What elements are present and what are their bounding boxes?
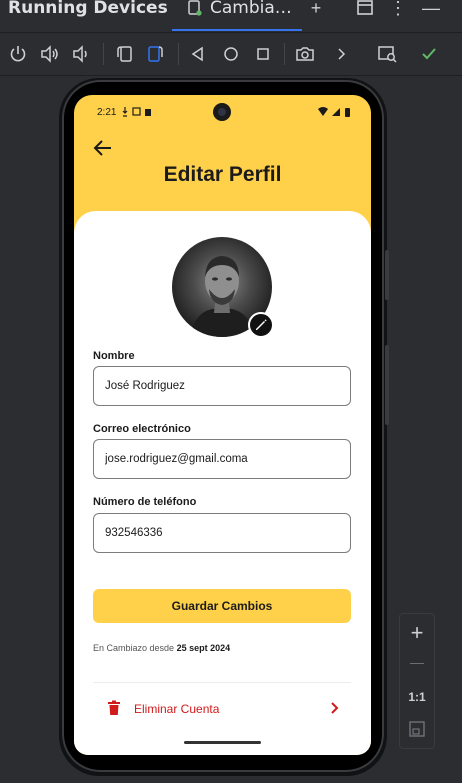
fit-screen-icon[interactable] — [408, 720, 426, 738]
member-since-prefix: En Cambiazo desde — [93, 643, 175, 653]
status-time: 2:21 — [97, 107, 117, 118]
rotate-left-icon — [117, 46, 132, 62]
active-tab-indicator — [172, 29, 302, 31]
name-field[interactable] — [93, 366, 351, 406]
window-search-icon — [378, 46, 397, 63]
power-icon — [10, 46, 26, 62]
actual-size-button[interactable]: 1:1 — [400, 690, 434, 704]
more-options-button[interactable]: ⋮ — [386, 0, 410, 20]
checkmark-icon — [422, 48, 436, 60]
tool-window-title: Running Devices — [8, 0, 168, 18]
volume-up-button[interactable] — [39, 43, 61, 65]
save-changes-button[interactable]: Guardar Cambios — [93, 589, 351, 623]
rotate-left-button[interactable] — [113, 43, 135, 65]
back-arrow-icon[interactable] — [92, 137, 114, 159]
email-label: Correo electrónico — [93, 423, 191, 435]
toolbar-separator — [178, 43, 179, 65]
front-camera — [213, 103, 231, 121]
volume-down-button[interactable] — [70, 43, 92, 65]
tab-device[interactable]: Cambia… — [172, 0, 302, 32]
device-side-button — [385, 250, 389, 300]
divider — [93, 682, 351, 683]
trash-icon — [108, 700, 120, 715]
minimize-button[interactable]: — — [419, 0, 443, 20]
overview-nav-button[interactable] — [252, 43, 274, 65]
more-actions-button[interactable] — [330, 43, 352, 65]
volume-down-icon — [73, 45, 87, 63]
zoom-in-button[interactable]: + — [400, 620, 434, 646]
zoom-panel: + — 1:1 — [399, 613, 435, 749]
phone-label: Número de teléfono — [93, 496, 197, 508]
device-icon — [188, 0, 202, 16]
page-title: Editar Perfil — [163, 163, 282, 186]
rotate-right-button[interactable] — [145, 43, 167, 65]
toolbar-separator — [284, 43, 285, 65]
delete-account-button[interactable]: Eliminar Cuenta — [93, 692, 351, 726]
device-side-button — [385, 345, 389, 425]
inspect-button[interactable] — [376, 43, 398, 65]
volume-up-icon — [41, 45, 58, 63]
power-button[interactable] — [7, 43, 29, 65]
notification-icons — [122, 107, 151, 117]
edit-photo-button[interactable] — [248, 312, 274, 338]
screenshot-button[interactable] — [294, 43, 316, 65]
toolbar-separator — [103, 43, 104, 65]
email-field[interactable] — [93, 439, 351, 479]
tool-window-header: Running Devices Cambia… + ⋮ — — [0, 0, 462, 33]
triangle-back-icon — [191, 46, 203, 62]
pencil-icon — [256, 319, 267, 330]
device-screen: 2:21 Editar Perfil Nombre José Rodriguez… — [74, 95, 371, 755]
add-tab-button[interactable]: + — [304, 0, 328, 20]
rotate-right-icon — [148, 46, 163, 62]
gesture-nav-handle[interactable] — [184, 741, 261, 744]
chevron-right-icon — [331, 702, 339, 714]
status-bar: 2:21 — [74, 95, 371, 129]
profile-form-sheet: Nombre Correo electrónico Número de telé… — [74, 211, 371, 755]
home-nav-button[interactable] — [220, 43, 242, 65]
back-nav-button[interactable] — [187, 43, 209, 65]
device-ok-status — [418, 43, 440, 65]
phone-field[interactable] — [93, 513, 351, 553]
emulator-toolbar — [0, 33, 462, 76]
tab-label: Cambia… — [210, 0, 292, 18]
member-since-date: 25 sept 2024 — [176, 643, 231, 653]
camera-icon — [296, 47, 314, 61]
square-overview-icon — [257, 48, 269, 60]
circle-home-icon — [224, 47, 238, 61]
signal-battery-icons — [318, 107, 350, 117]
delete-account-label: Eliminar Cuenta — [134, 702, 220, 716]
zoom-out-button[interactable]: — — [400, 654, 434, 670]
name-label: Nombre — [93, 350, 135, 362]
layout-icon[interactable] — [353, 0, 377, 20]
member-since: En Cambiazo desde 25 sept 2024 — [93, 643, 230, 653]
chevron-right-icon — [338, 48, 346, 60]
